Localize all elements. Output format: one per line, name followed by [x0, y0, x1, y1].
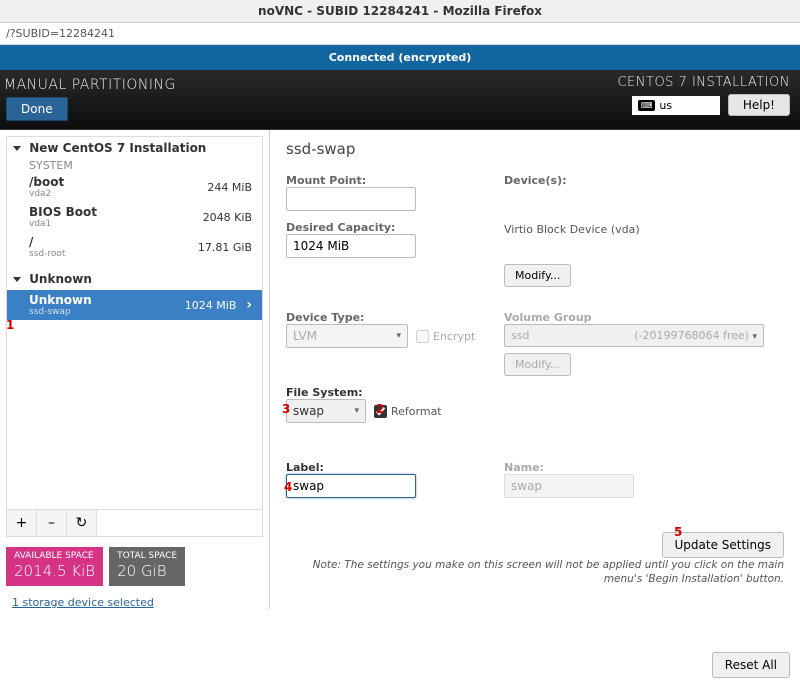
left-pane: New CentOS 7 Installation SYSTEM /boot v… — [0, 130, 270, 609]
file-system-value: swap — [293, 404, 324, 418]
partition-name: /boot — [29, 175, 64, 189]
chevron-right-icon: › — [246, 297, 252, 313]
partition-size: 244 MiB — [207, 181, 252, 194]
available-space-label: AVAILABLE SPACE — [14, 551, 95, 562]
reload-button[interactable]: ↻ — [67, 510, 97, 536]
available-space-box: AVAILABLE SPACE 2014.5 KiB — [6, 547, 103, 586]
reformat-label: Reformat — [391, 405, 442, 418]
partition-name: Unknown — [29, 293, 92, 307]
help-button[interactable]: Help! — [728, 94, 790, 116]
device-type-label: Device Type: — [286, 311, 486, 324]
vg-name: ssd — [511, 329, 529, 342]
total-space-box: TOTAL SPACE 20 GiB — [109, 547, 185, 586]
partition-size: 1024 MiB — [185, 299, 237, 312]
modify-device-button[interactable]: Modify... — [504, 264, 571, 287]
storage-devices-link[interactable]: 1 storage device selected — [0, 592, 269, 609]
reformat-checkbox[interactable]: Reformat — [374, 405, 442, 418]
vg-free: (-20199768064 free) — [634, 329, 749, 342]
keyboard-layout-selector[interactable]: ⌨ us — [632, 96, 720, 115]
partition-device: ssd-root — [29, 249, 65, 259]
system-label: SYSTEM — [7, 159, 262, 172]
volume-group-select[interactable]: ssd (-20199768064 free) ▾ — [504, 324, 764, 347]
partition-size: 2048 KiB — [203, 211, 252, 224]
install-title: CENTOS 7 INSTALLATION — [617, 75, 790, 94]
reformat-checkbox-input[interactable] — [374, 405, 387, 418]
device-type-select[interactable]: LVM ▾ — [286, 324, 408, 348]
reset-all-button[interactable]: Reset All — [712, 652, 790, 678]
encrypt-checkbox-input[interactable] — [416, 330, 429, 343]
add-partition-button[interactable]: + — [7, 510, 37, 536]
devices-label: Device(s): — [504, 174, 784, 187]
url-bar: /?SUBID=12284241 — [0, 23, 800, 45]
desired-capacity-label: Desired Capacity: — [286, 221, 486, 234]
window-title: noVNC - SUBID 12284241 - Mozilla Firefox — [0, 0, 800, 23]
caret-down-icon: ▾ — [354, 406, 359, 416]
caret-down-icon: ▾ — [396, 331, 401, 341]
partition-device: ssd-swap — [29, 307, 92, 317]
page-title: MANUAL PARTITIONING — [2, 75, 176, 97]
tree-section-label: Unknown — [29, 272, 92, 286]
device-description: Virtio Block Device (vda) — [504, 223, 784, 236]
label-label: Label: — [286, 461, 486, 474]
name-label: Name: — [504, 461, 784, 474]
partition-name: BIOS Boot — [29, 205, 97, 219]
done-button[interactable]: Done — [6, 97, 68, 121]
desired-capacity-input[interactable] — [286, 234, 416, 258]
tree-section-new-install[interactable]: New CentOS 7 Installation — [7, 137, 262, 159]
partition-row-biosboot[interactable]: BIOS Boot vda1 2048 KiB — [7, 202, 262, 232]
main-area: New CentOS 7 Installation SYSTEM /boot v… — [0, 129, 800, 609]
total-space-label: TOTAL SPACE — [117, 551, 177, 562]
keyboard-icon: ⌨ — [638, 100, 656, 111]
chevron-down-icon — [13, 146, 21, 151]
partition-row-boot[interactable]: /boot vda2 244 MiB — [7, 172, 262, 202]
header-bar: MANUAL PARTITIONING Done CENTOS 7 INSTAL… — [0, 70, 800, 129]
modify-vg-button[interactable]: Modify... — [504, 353, 571, 376]
device-type-value: LVM — [293, 329, 317, 343]
keyboard-layout-label: us — [659, 99, 672, 112]
details-title: ssd-swap — [286, 140, 784, 158]
mount-point-label: Mount Point: — [286, 174, 486, 187]
remove-partition-button[interactable]: – — [37, 510, 67, 536]
update-settings-button[interactable]: Update Settings — [662, 532, 785, 558]
label-input[interactable] — [286, 474, 416, 498]
partition-device: vda2 — [29, 189, 64, 199]
header-left: MANUAL PARTITIONING Done — [2, 75, 176, 121]
settings-note: Note: The settings you make on this scre… — [286, 558, 784, 586]
partition-row-swap[interactable]: Unknown ssd-swap 1024 MiB › — [7, 290, 262, 320]
partition-device: vda1 — [29, 219, 97, 229]
partition-tree[interactable]: New CentOS 7 Installation SYSTEM /boot v… — [6, 136, 263, 510]
available-space-value: 2014.5 KiB — [14, 562, 95, 580]
encrypt-checkbox[interactable]: Encrypt — [416, 330, 475, 343]
partition-row-root[interactable]: / ssd-root 17.81 GiB — [7, 232, 262, 262]
space-summary: AVAILABLE SPACE 2014.5 KiB TOTAL SPACE 2… — [0, 537, 269, 592]
right-pane: ssd-swap Mount Point: Device(s): Desired… — [270, 130, 800, 609]
partition-size: 17.81 GiB — [198, 241, 252, 254]
header-right: CENTOS 7 INSTALLATION ⌨ us Help! — [617, 75, 790, 116]
file-system-select[interactable]: swap ▾ — [286, 399, 366, 423]
volume-group-label: Volume Group — [504, 311, 784, 324]
partition-name: / — [29, 235, 65, 249]
encrypt-label: Encrypt — [433, 330, 475, 343]
file-system-label: File System: — [286, 386, 486, 399]
tree-section-label: New CentOS 7 Installation — [29, 141, 206, 155]
caret-down-icon: ▾ — [752, 332, 757, 342]
chevron-down-icon — [13, 277, 21, 282]
tree-toolbar: + – ↻ — [6, 510, 263, 537]
name-input — [504, 474, 634, 498]
total-space-value: 20 GiB — [117, 562, 177, 580]
mount-point-input[interactable] — [286, 187, 416, 211]
tree-section-unknown[interactable]: Unknown — [7, 268, 262, 290]
connection-status: Connected (encrypted) — [0, 45, 800, 70]
